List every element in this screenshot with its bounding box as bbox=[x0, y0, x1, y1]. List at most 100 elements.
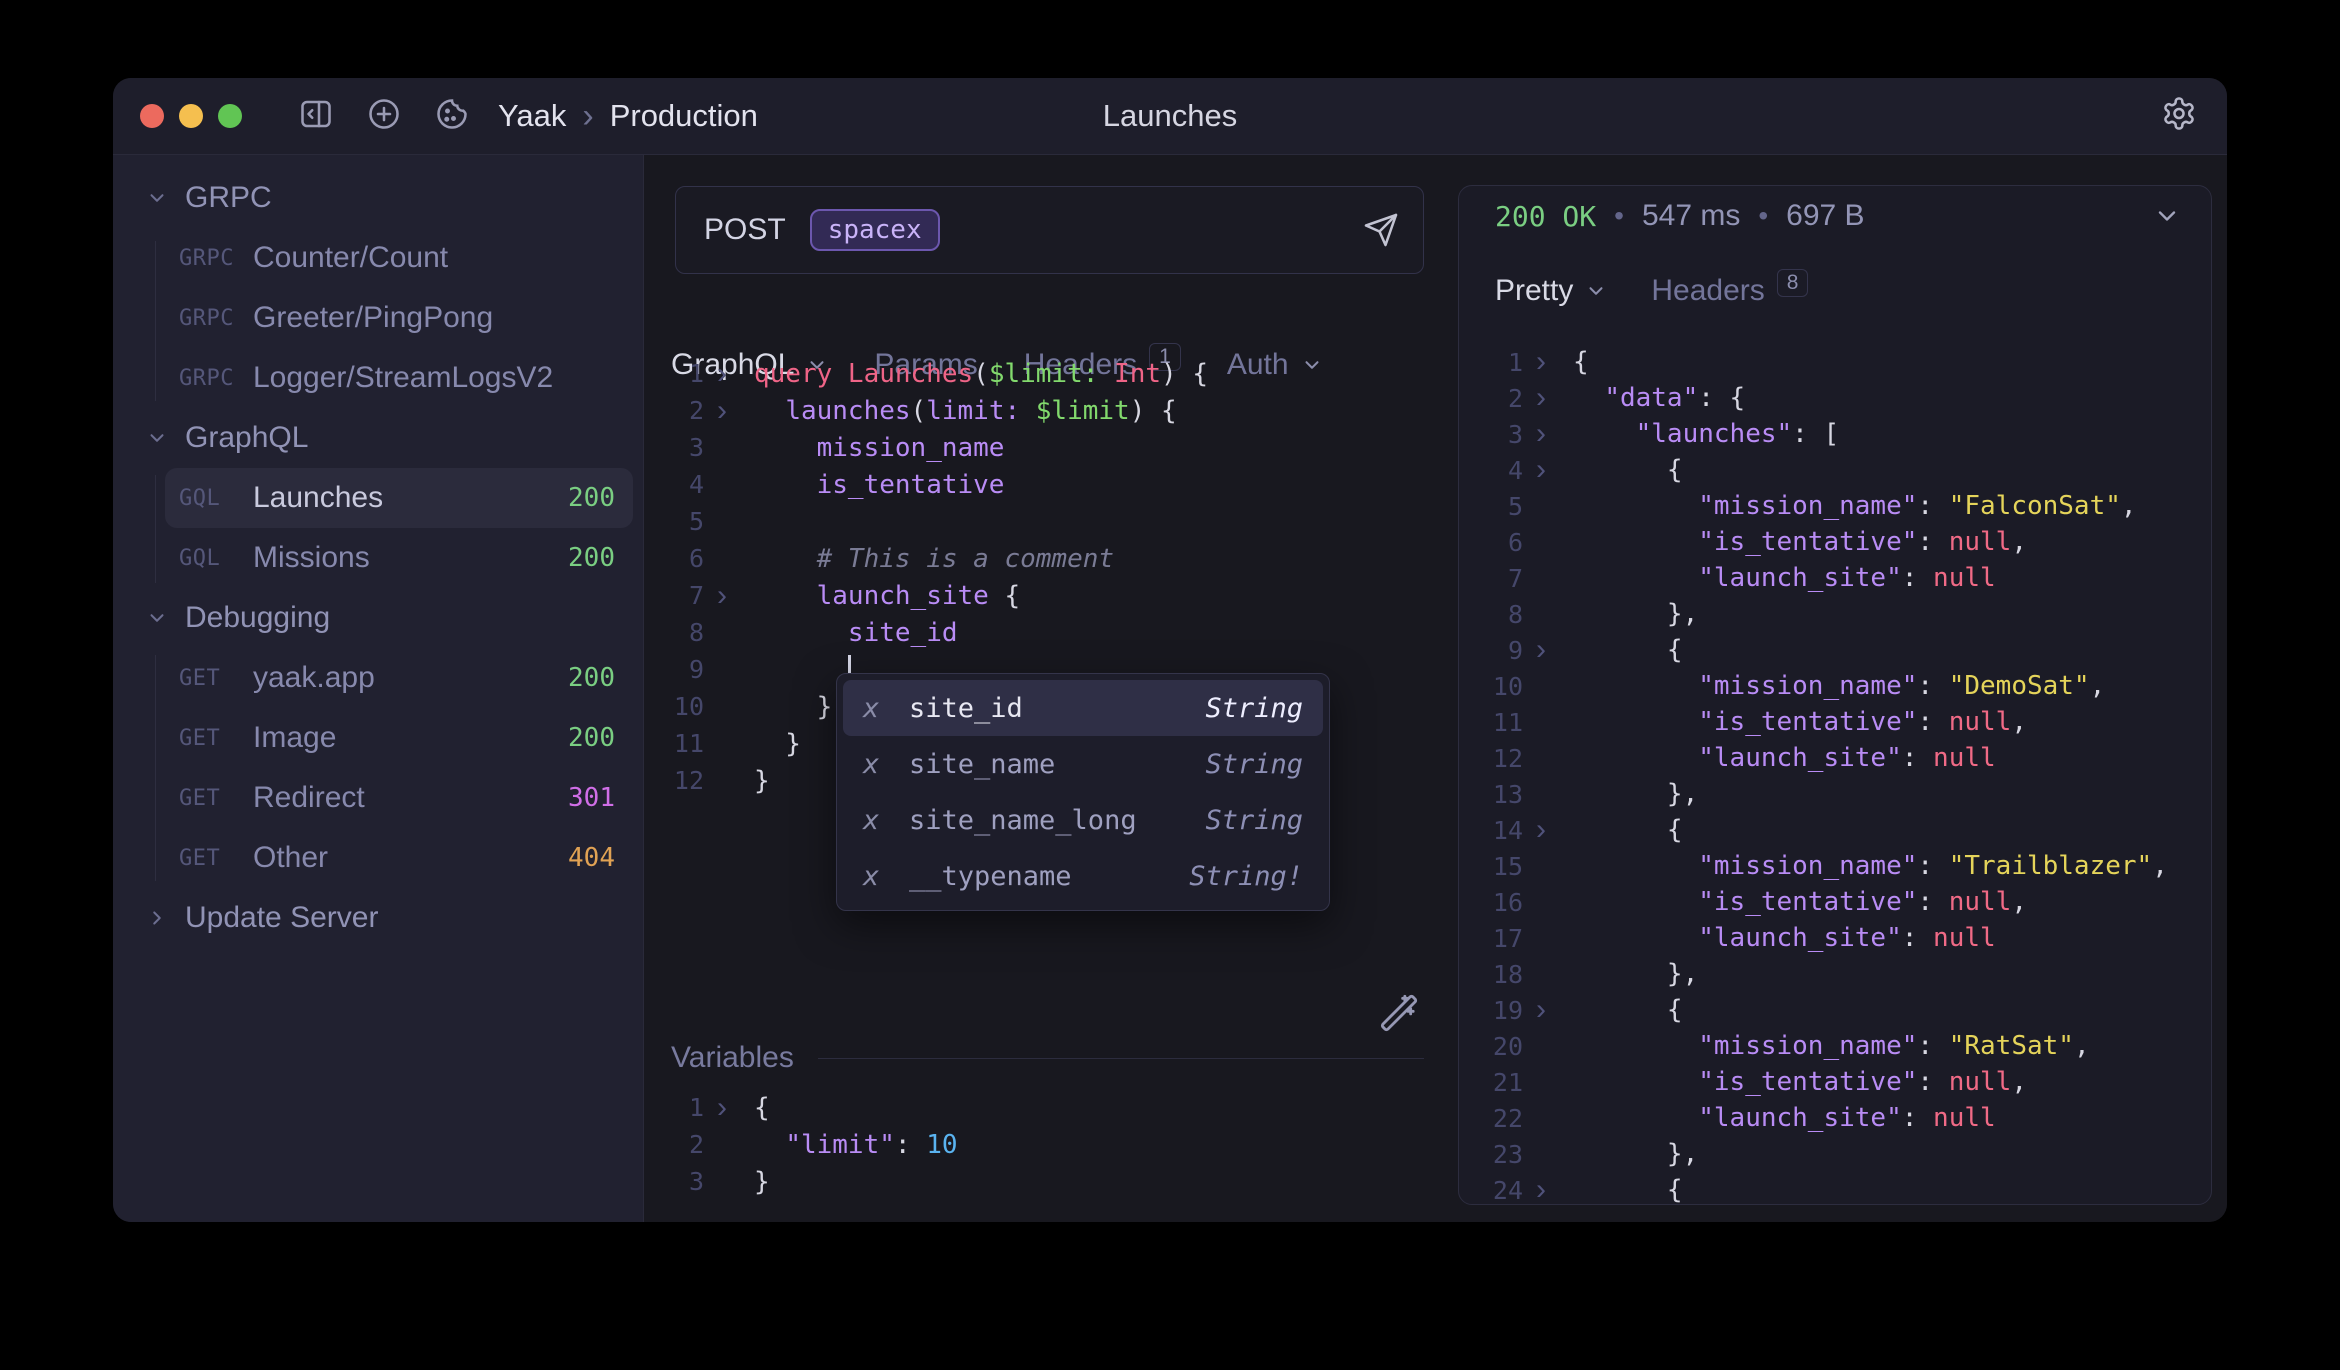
code-text: query Launches($limit: Int) { bbox=[754, 359, 1208, 389]
request-label: Image bbox=[253, 721, 336, 755]
code-text: "mission_name": "Trailblazer", bbox=[1573, 851, 2168, 881]
code-text: "mission_name": "DemoSat", bbox=[1573, 671, 2105, 701]
status-badge: 200 bbox=[568, 663, 615, 693]
line-number: 7 bbox=[1479, 564, 1523, 593]
request-label: Redirect bbox=[253, 781, 365, 815]
line-number: 5 bbox=[660, 507, 704, 536]
code-text: "is_tentative": null, bbox=[1573, 527, 2027, 557]
fold-chevron-icon[interactable]: › bbox=[704, 394, 740, 428]
request-label: Missions bbox=[253, 541, 370, 575]
sidebar-group-label: Debugging bbox=[185, 601, 330, 635]
autocomplete-type: String bbox=[1205, 749, 1303, 780]
code-line: 12 "launch_site": null bbox=[1479, 740, 2199, 776]
code-text: "mission_name": "RatSat", bbox=[1573, 1031, 2090, 1061]
sidebar-group-debugging[interactable]: Debugging bbox=[113, 588, 643, 648]
line-number: 13 bbox=[1479, 780, 1523, 809]
line-number: 7 bbox=[660, 581, 704, 610]
fold-chevron-icon[interactable]: › bbox=[1523, 417, 1559, 451]
code-text: "is_tentative": null, bbox=[1573, 1067, 2027, 1097]
code-text: } bbox=[754, 766, 770, 796]
fold-chevron-icon[interactable]: › bbox=[1523, 453, 1559, 487]
chevron-down-icon bbox=[146, 427, 168, 449]
sidebar-item-yaak-app[interactable]: GET yaak.app 200 bbox=[165, 648, 633, 708]
sidebar-item-logger-streamlogs[interactable]: GRPC Logger/StreamLogsV2 bbox=[165, 348, 633, 408]
response-body-viewer[interactable]: 1›{2› "data": {3› "launches": [4› {5 "mi… bbox=[1479, 344, 2199, 1205]
fold-chevron-icon[interactable]: › bbox=[1523, 813, 1559, 847]
line-number: 1 bbox=[660, 1093, 704, 1122]
sidebar-group-graphql[interactable]: GraphQL bbox=[113, 408, 643, 468]
code-line: 5 "mission_name": "FalconSat", bbox=[1479, 488, 2199, 524]
indent-guide bbox=[155, 241, 156, 401]
http-method-label: POST bbox=[704, 213, 786, 247]
code-line: 4› { bbox=[1479, 452, 2199, 488]
sidebar-group-grpc[interactable]: GRPC bbox=[113, 168, 643, 228]
tab-pretty[interactable]: Pretty bbox=[1495, 274, 1607, 308]
autocomplete-label: site_name bbox=[909, 749, 1055, 780]
close-window-button[interactable] bbox=[140, 104, 164, 128]
field-kind-icon: x bbox=[863, 805, 909, 836]
variables-editor[interactable]: 1›{2 "limit": 103} bbox=[660, 1089, 1430, 1200]
method-badge: GRPC bbox=[179, 246, 253, 271]
variables-section-label: Variables bbox=[671, 1041, 794, 1075]
sidebar-item-redirect[interactable]: GET Redirect 301 bbox=[165, 768, 633, 828]
breadcrumb-app[interactable]: Yaak bbox=[498, 98, 566, 134]
cookies-icon[interactable] bbox=[434, 96, 470, 137]
minimize-window-button[interactable] bbox=[179, 104, 203, 128]
fold-chevron-icon[interactable]: › bbox=[1523, 381, 1559, 415]
line-number: 19 bbox=[1479, 996, 1523, 1025]
line-number: 23 bbox=[1479, 1140, 1523, 1169]
breadcrumb-workspace[interactable]: Production bbox=[610, 98, 758, 134]
code-line: 6 # This is a comment bbox=[660, 540, 1430, 577]
zoom-window-button[interactable] bbox=[218, 104, 242, 128]
sidebar-item-other[interactable]: GET Other 404 bbox=[165, 828, 633, 888]
code-text: }, bbox=[1573, 959, 1698, 989]
headers-count-badge: 8 bbox=[1777, 269, 1809, 297]
send-request-icon[interactable] bbox=[1363, 212, 1399, 248]
response-header: 200 OK • 547 ms • 697 B bbox=[1459, 186, 2211, 246]
line-number: 10 bbox=[1479, 672, 1523, 701]
field-kind-icon: x bbox=[863, 861, 909, 892]
sidebar-item-launches[interactable]: GQL Launches 200 bbox=[165, 468, 633, 528]
response-size: 697 B bbox=[1786, 199, 1864, 233]
autocomplete-item-site-id[interactable]: x site_id String bbox=[843, 680, 1323, 736]
tab-response-headers[interactable]: Headers 8 bbox=[1651, 274, 1808, 308]
code-text: site_id bbox=[754, 618, 958, 648]
fold-chevron-icon[interactable]: › bbox=[1523, 993, 1559, 1027]
sidebar-item-greeter-pingpong[interactable]: GRPC Greeter/PingPong bbox=[165, 288, 633, 348]
fold-chevron-icon[interactable]: › bbox=[704, 357, 740, 391]
sidebar-group-update-server[interactable]: Update Server bbox=[113, 888, 643, 948]
url-bar[interactable]: POST spacex bbox=[675, 186, 1424, 274]
method-badge: GRPC bbox=[179, 306, 253, 331]
code-text: { bbox=[1573, 347, 1589, 377]
sidebar-item-image[interactable]: GET Image 200 bbox=[165, 708, 633, 768]
fold-chevron-icon[interactable]: › bbox=[704, 1091, 740, 1125]
sidebar-toggle-icon[interactable] bbox=[298, 96, 334, 137]
fold-chevron-icon[interactable]: › bbox=[1523, 345, 1559, 379]
code-line: 24› { bbox=[1479, 1172, 2199, 1205]
line-number: 12 bbox=[1479, 744, 1523, 773]
autocomplete-item-site-name-long[interactable]: x site_name_long String bbox=[843, 792, 1323, 848]
code-line: 15 "mission_name": "Trailblazer", bbox=[1479, 848, 2199, 884]
response-time: 547 ms bbox=[1642, 199, 1740, 233]
response-tabs: Pretty Headers 8 bbox=[1495, 261, 1808, 321]
fold-chevron-icon[interactable]: › bbox=[704, 579, 740, 613]
status-badge: 200 bbox=[568, 723, 615, 753]
code-text: } bbox=[754, 1167, 770, 1197]
line-number: 24 bbox=[1479, 1176, 1523, 1205]
sidebar-item-missions[interactable]: GQL Missions 200 bbox=[165, 528, 633, 588]
code-line: 3 mission_name bbox=[660, 429, 1430, 466]
autocomplete-item-typename[interactable]: x __typename String! bbox=[843, 848, 1323, 904]
sidebar-item-counter-count[interactable]: GRPC Counter/Count bbox=[165, 228, 633, 288]
add-request-icon[interactable] bbox=[366, 96, 402, 137]
fold-chevron-icon[interactable]: › bbox=[1523, 1173, 1559, 1205]
format-wand-icon[interactable] bbox=[1379, 993, 1419, 1038]
autocomplete-item-site-name[interactable]: x site_name String bbox=[843, 736, 1323, 792]
settings-gear-icon[interactable] bbox=[2161, 96, 2197, 137]
line-number: 22 bbox=[1479, 1104, 1523, 1133]
chevron-down-icon[interactable] bbox=[2153, 202, 2181, 230]
method-badge: GET bbox=[179, 846, 253, 871]
line-number: 11 bbox=[1479, 708, 1523, 737]
response-pane: 200 OK • 547 ms • 697 B Pretty Header bbox=[1444, 155, 2227, 1222]
fold-chevron-icon[interactable]: › bbox=[1523, 633, 1559, 667]
url-template-chip[interactable]: spacex bbox=[810, 209, 940, 251]
